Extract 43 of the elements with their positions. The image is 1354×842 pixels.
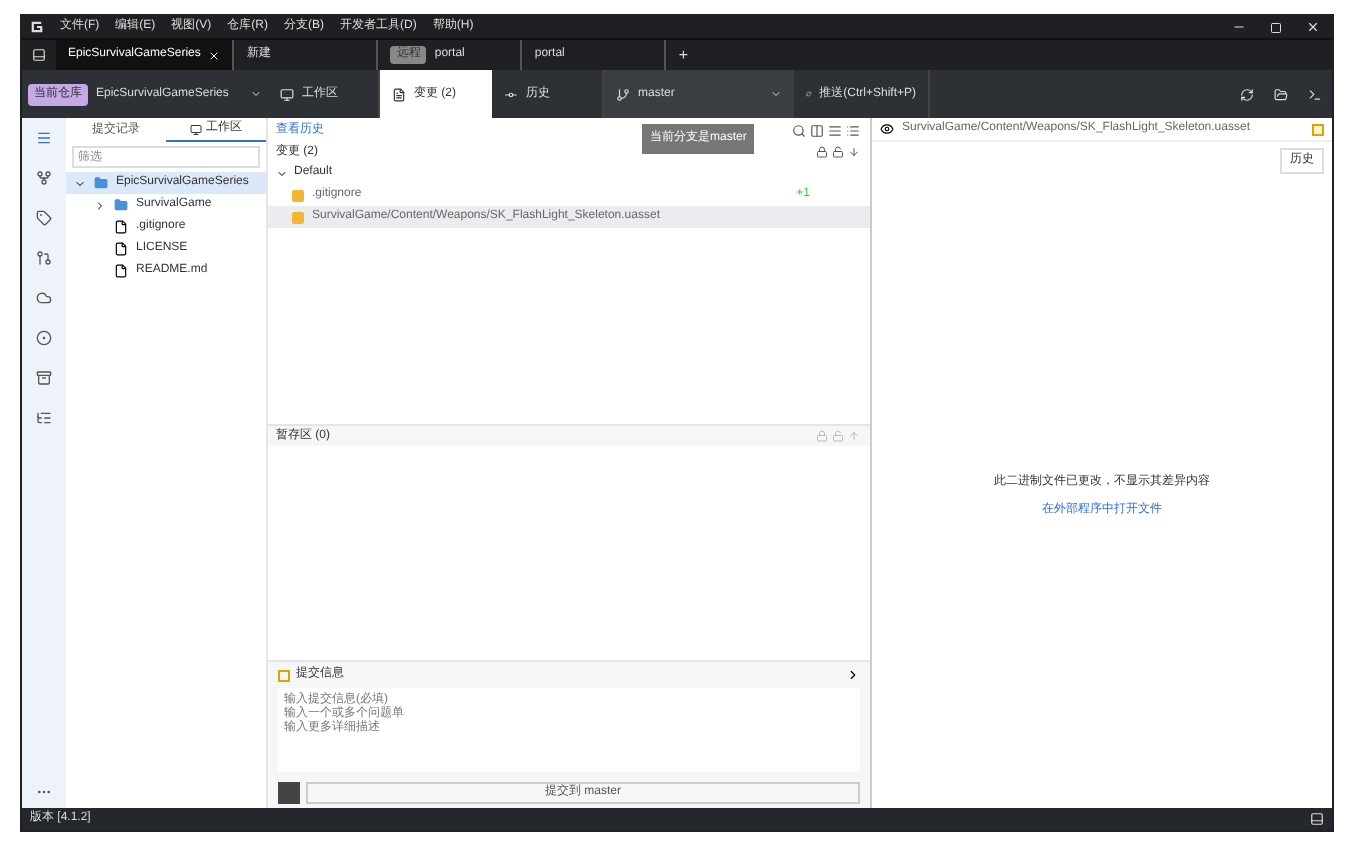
- tag-icon[interactable]: [36, 210, 52, 226]
- branch-icon: [616, 87, 630, 101]
- close-icon[interactable]: [1306, 20, 1320, 34]
- new-tab-button[interactable]: +: [666, 43, 701, 67]
- panel-icon[interactable]: [1310, 812, 1324, 826]
- eye-icon[interactable]: [880, 122, 894, 136]
- pull-request-icon[interactable]: [36, 250, 52, 266]
- chevron-icon[interactable]: [846, 668, 860, 682]
- unlock-icon[interactable]: [832, 146, 844, 158]
- sidebar-toggle-icon[interactable]: [32, 48, 46, 62]
- file-icon: [392, 87, 406, 101]
- archive-icon[interactable]: [36, 370, 52, 386]
- commit-icon: [278, 669, 290, 681]
- align-icon[interactable]: [828, 123, 842, 137]
- file-icon: [114, 242, 128, 256]
- dropdown-caret-icon[interactable]: [250, 88, 262, 100]
- minimize-icon[interactable]: [1232, 20, 1246, 34]
- list-tree-icon[interactable]: [36, 410, 52, 426]
- lock-icon[interactable]: [816, 146, 828, 158]
- branch-icon[interactable]: [36, 170, 52, 186]
- commit-icon: [504, 87, 518, 101]
- file-icon: [114, 220, 128, 234]
- file-icon: [114, 264, 128, 278]
- monitor-icon: [280, 87, 294, 101]
- maximize-icon[interactable]: [1270, 21, 1282, 33]
- folder-icon[interactable]: [1274, 87, 1288, 101]
- folder-icon: [94, 176, 108, 190]
- folder-icon: [114, 198, 128, 212]
- terminal-icon[interactable]: [1308, 87, 1322, 101]
- refresh-icon[interactable]: [1240, 87, 1254, 101]
- list-icon[interactable]: [846, 123, 860, 137]
- avatar-placeholder: [278, 782, 300, 804]
- cloud-icon[interactable]: [36, 290, 52, 306]
- file-type-icon: [1312, 123, 1324, 135]
- menu-icon[interactable]: [36, 130, 52, 146]
- monitor-icon: [190, 123, 202, 135]
- arrow-down-icon[interactable]: [848, 146, 860, 158]
- dropdown-caret-icon: [770, 88, 782, 100]
- columns-icon[interactable]: [810, 123, 824, 137]
- circle-dot-icon[interactable]: [36, 330, 52, 346]
- close-tab-icon[interactable]: [208, 49, 221, 61]
- search-icon[interactable]: [792, 123, 806, 137]
- sync-icon: [806, 88, 812, 100]
